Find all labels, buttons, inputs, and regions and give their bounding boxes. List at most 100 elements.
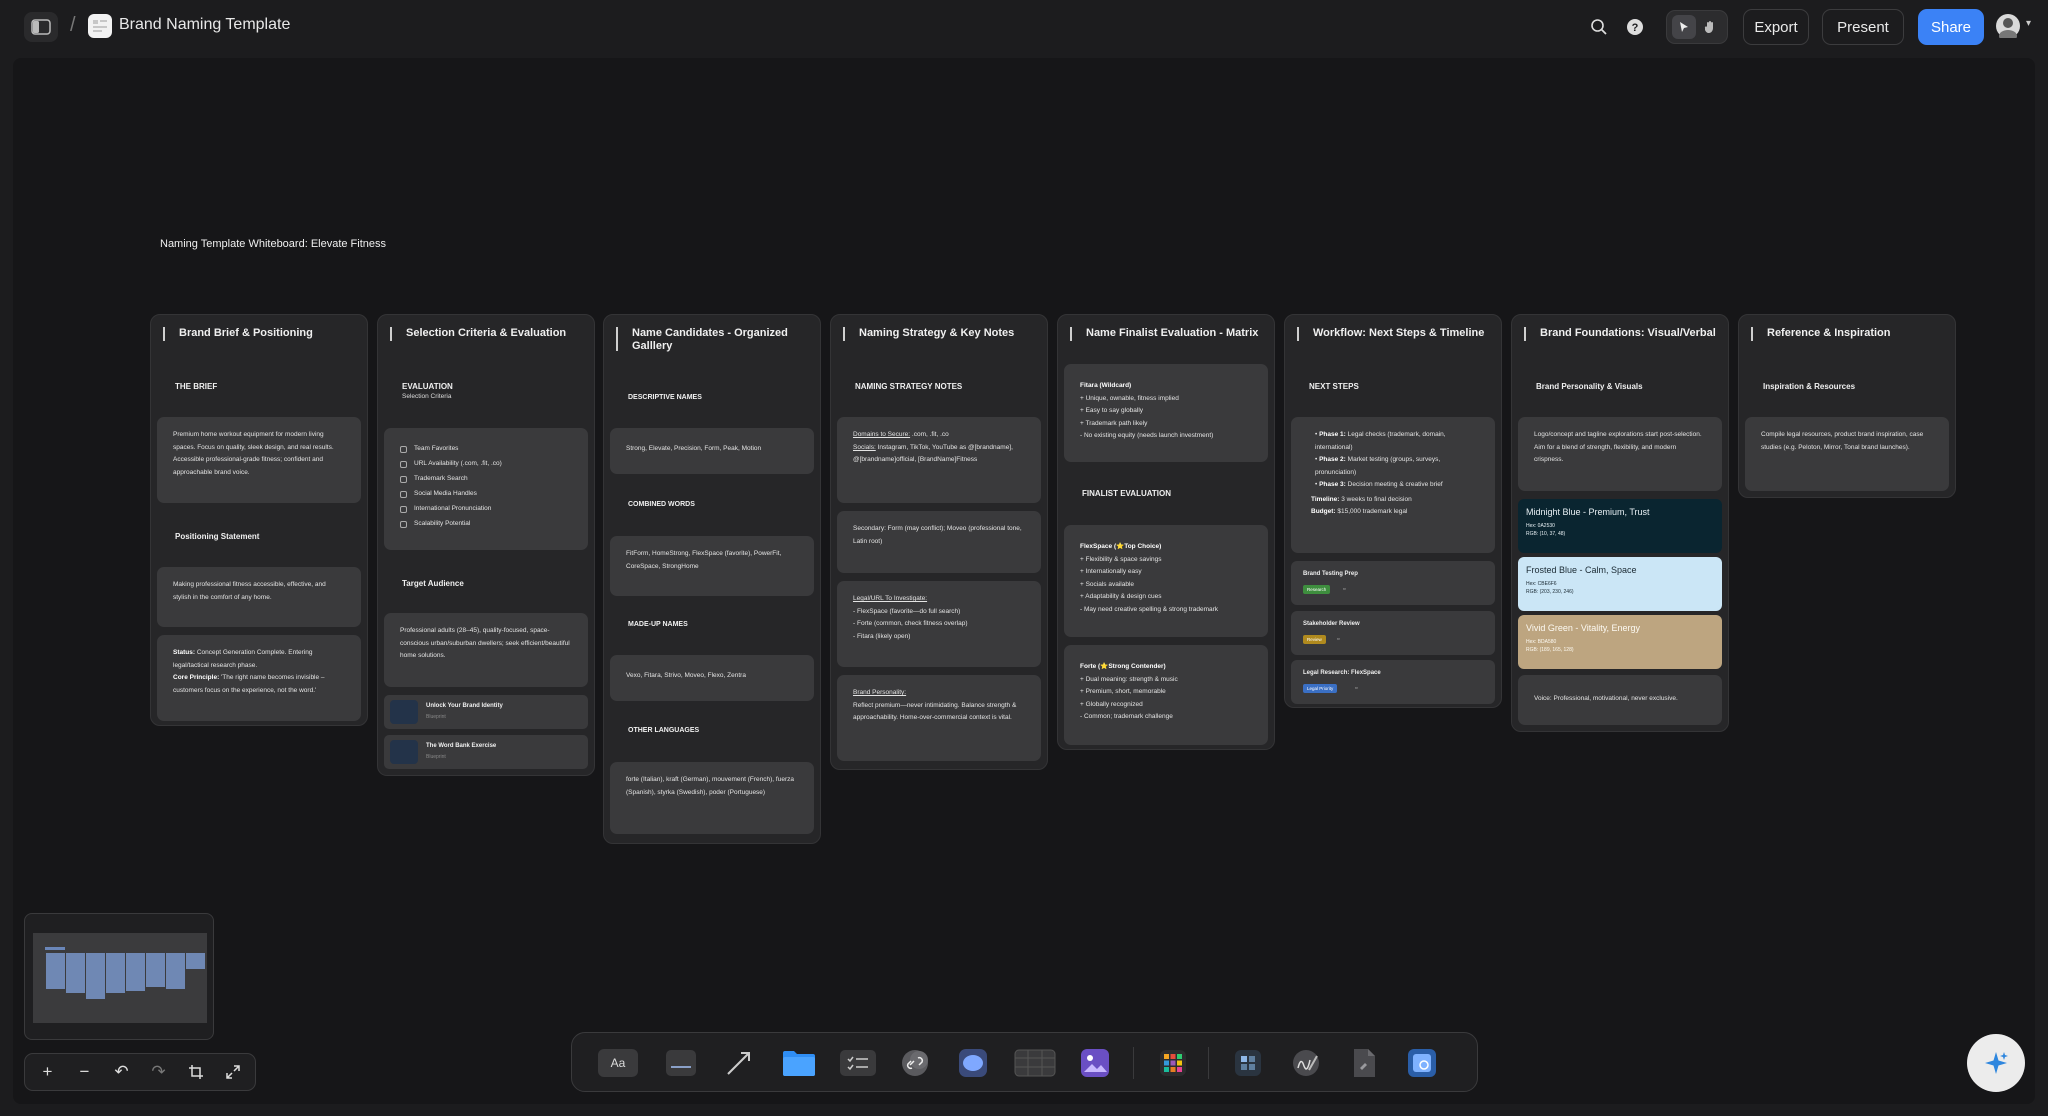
sidebar-toggle-button[interactable] — [24, 12, 58, 42]
criteria-card[interactable]: Team Favorites URL Availability (.com, .… — [384, 428, 588, 550]
doc-thumbnail — [390, 700, 418, 724]
export-button[interactable]: Export — [1743, 9, 1809, 45]
color-swatch-midnight-blue[interactable]: Midnight Blue - Premium, Trust Hex: 0A25… — [1518, 499, 1722, 553]
canvas-mode-toggle — [1666, 10, 1728, 44]
undo-icon[interactable]: ↶ — [108, 1058, 136, 1086]
positioning-card[interactable]: Making professional fitness accessible, … — [157, 567, 361, 627]
share-button[interactable]: Share — [1918, 9, 1984, 45]
draw-icon[interactable] — [1289, 1047, 1323, 1079]
section-heading: DESCRIPTIVE NAMES — [628, 394, 702, 401]
avatar[interactable] — [1996, 14, 2020, 42]
task-tag[interactable]: Research — [1303, 585, 1331, 594]
candidates-card[interactable]: Strong, Elevate, Precision, Form, Peak, … — [610, 428, 814, 474]
calendar-icon[interactable]: ▫ — [1337, 635, 1345, 644]
folder-icon[interactable] — [780, 1047, 818, 1079]
checkbox[interactable] — [400, 521, 407, 528]
criteria-item[interactable]: Trademark Search — [400, 472, 572, 487]
finalist-title: Fitara (Wildcard) — [1080, 382, 1132, 389]
color-swatch-frosted-blue[interactable]: Frosted Blue - Calm, Space Hex: CBE6F6 RG… — [1518, 557, 1722, 611]
column-brand-brief[interactable]: Brand Brief & Positioning THE BRIEF Prem… — [150, 314, 368, 726]
sticky-icon[interactable] — [662, 1047, 700, 1079]
column-selection-criteria[interactable]: Selection Criteria & Evaluation EVALUATI… — [377, 314, 595, 776]
fullscreen-icon[interactable] — [219, 1058, 247, 1086]
criteria-item[interactable]: Team Favorites — [400, 442, 572, 457]
budget-text: $15,000 trademark legal — [1335, 508, 1408, 515]
linked-doc-card[interactable]: Unlock Your Brand Identity Blueprint — [384, 695, 588, 729]
finalist-card-forte[interactable]: Forte (⭐Strong Contender) + Dual meaning… — [1064, 645, 1268, 745]
present-button[interactable]: Present — [1822, 9, 1904, 45]
hand-tool-icon[interactable] — [1698, 15, 1722, 39]
comment-icon[interactable] — [956, 1047, 990, 1079]
candidates-card[interactable]: forte (Italian), kraft (German), mouveme… — [610, 762, 814, 834]
candidates-card[interactable]: FitForm, HomeStrong, FlexSpace (favorite… — [610, 536, 814, 596]
redo-icon[interactable]: ↷ — [145, 1058, 173, 1086]
zoom-in-icon[interactable]: + — [34, 1058, 62, 1086]
linked-doc-card[interactable]: The Word Bank Exercise Blueprint — [384, 735, 588, 769]
next-steps-card[interactable]: • Phase 1: Legal checks (trademark, doma… — [1291, 417, 1495, 553]
zoom-out-icon[interactable]: − — [71, 1058, 99, 1086]
checkbox[interactable] — [400, 491, 407, 498]
chevron-down-icon[interactable]: ▾ — [2026, 18, 2031, 29]
domains-card[interactable]: Domains to Secure: .com, .fit, .co Socia… — [837, 417, 1041, 503]
task-card[interactable]: Brand Testing Prep Research ▫ — [1291, 561, 1495, 605]
task-card[interactable]: Legal Research: FlexSpace Legal Priority… — [1291, 660, 1495, 704]
audience-card[interactable]: Professional adults (28–45), quality-foc… — [384, 613, 588, 687]
column-name-candidates[interactable]: Name Candidates - Organized Galllery DES… — [603, 314, 821, 844]
column-naming-strategy[interactable]: Naming Strategy & Key Notes NAMING STRAT… — [830, 314, 1048, 770]
whiteboard-canvas[interactable]: Naming Template Whiteboard: Elevate Fitn… — [13, 58, 2035, 1104]
status-card[interactable]: Status: Concept Generation Complete. Ent… — [157, 635, 361, 721]
image-icon[interactable] — [1078, 1047, 1112, 1079]
personality-card[interactable]: Logo/concept and tagline explorations st… — [1518, 417, 1722, 491]
secondary-card[interactable]: Secondary: Form (may conflict); Moveo (p… — [837, 511, 1041, 573]
table-icon[interactable] — [1014, 1047, 1056, 1079]
task-card[interactable]: Stakeholder Review Review ▫ — [1291, 611, 1495, 655]
criteria-item[interactable]: International Pronunciation — [400, 502, 572, 517]
checkbox[interactable] — [400, 461, 407, 468]
finalist-card-flexspace[interactable]: FlexSpace (⭐Top Choice) + Flexibility & … — [1064, 525, 1268, 637]
template-icon[interactable] — [1231, 1047, 1265, 1079]
task-tag[interactable]: Legal Priority — [1303, 684, 1338, 693]
column-title: Reference & Inspiration — [1767, 327, 1891, 339]
criteria-item[interactable]: Social Media Handles — [400, 487, 572, 502]
swatch-rgb: RGB: (203, 230, 246) — [1526, 589, 1574, 595]
text-icon[interactable]: Aa — [598, 1047, 638, 1079]
checkbox[interactable] — [400, 476, 407, 483]
board-title[interactable]: Naming Template Whiteboard: Elevate Fitn… — [160, 238, 386, 250]
personality-card[interactable]: Brand Personality: Reflect premium—never… — [837, 675, 1041, 761]
help-icon[interactable]: ? — [1624, 16, 1646, 38]
checkbox[interactable] — [400, 446, 407, 453]
search-icon[interactable] — [1588, 16, 1610, 38]
minimap[interactable] — [24, 913, 214, 1040]
fit-frame-icon[interactable] — [182, 1058, 210, 1086]
resources-card[interactable]: Compile legal resources, product brand i… — [1745, 417, 1949, 491]
column-workflow[interactable]: Workflow: Next Steps & Timeline NEXT STE… — [1284, 314, 1502, 708]
voice-card[interactable]: Voice: Professional, motivational, never… — [1518, 675, 1722, 725]
pointer-tool-icon[interactable] — [1672, 15, 1696, 39]
checklist-icon[interactable] — [838, 1047, 878, 1079]
checkbox[interactable] — [400, 506, 407, 513]
capture-icon[interactable] — [1405, 1047, 1439, 1079]
top-bar: / Brand Naming Template ? Export Present… — [0, 0, 2048, 56]
column-finalist-evaluation[interactable]: Name Finalist Evaluation - Matrix Fitara… — [1057, 314, 1275, 750]
calendar-icon[interactable]: ▫ — [1343, 585, 1351, 594]
apps-icon[interactable] — [1156, 1047, 1190, 1079]
calendar-icon[interactable]: ▫ — [1355, 684, 1363, 693]
file-icon[interactable] — [1347, 1047, 1381, 1079]
column-brand-foundations[interactable]: Brand Foundations: Visual/Verbal Brand P… — [1511, 314, 1729, 732]
line-icon[interactable] — [722, 1047, 756, 1079]
minimap-viewport[interactable] — [33, 933, 207, 1023]
color-swatch-vivid-green[interactable]: Vivid Green - Vitality, Energy Hex: BDA5… — [1518, 615, 1722, 669]
finalist-card-fitara[interactable]: Fitara (Wildcard) + Unique, ownable, fit… — [1064, 364, 1268, 462]
candidates-card[interactable]: Vexo, Fitara, Strivo, Moveo, Flexo, Zent… — [610, 655, 814, 701]
brief-card[interactable]: Premium home workout equipment for moder… — [157, 417, 361, 503]
legal-card[interactable]: Legal/URL To Investigate: - FlexSpace (f… — [837, 581, 1041, 667]
ai-assistant-button[interactable] — [1967, 1034, 2025, 1092]
candidates-text: Vexo, Fitara, Strivo, Moveo, Flexo, Zent… — [626, 672, 746, 679]
minimap-column — [186, 953, 205, 969]
link-icon[interactable] — [898, 1047, 932, 1079]
criteria-item[interactable]: Scalability Potential — [400, 517, 572, 532]
task-tag[interactable]: Review — [1303, 635, 1326, 644]
document-title[interactable]: Brand Naming Template — [119, 16, 290, 34]
column-reference[interactable]: Reference & Inspiration Inspiration & Re… — [1738, 314, 1956, 498]
criteria-item[interactable]: URL Availability (.com, .fit, .co) — [400, 457, 572, 472]
